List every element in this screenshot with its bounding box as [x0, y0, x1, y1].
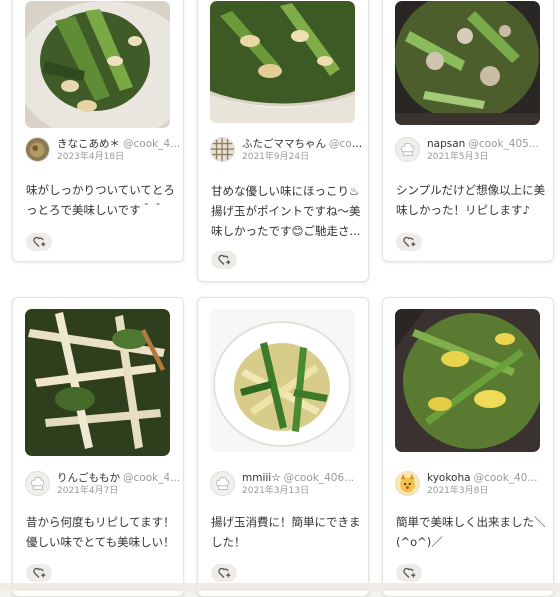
comment-text: 揚げ玉消費に！簡単にできました！ [211, 515, 361, 549]
author-row: ふたごママちゃん @coo... 2021年9月24日 [210, 137, 367, 163]
tsukurepo-card[interactable]: napsan @cook_405... 2021年5月3日 シンプルだけど想像以上… [382, 0, 554, 262]
author-handle: @cook_406... [283, 472, 355, 484]
chef-hat-avatar[interactable] [395, 137, 420, 162]
dish-photo[interactable] [210, 1, 355, 123]
author-handle: @cook_4... [123, 472, 181, 484]
tsukurepo-card[interactable]: きなこあめ＊ @cook_4... 2023年4月18日 味がしっかりついていてと… [12, 0, 184, 262]
post-date: 2021年3月8日 [427, 486, 489, 496]
plaid-pattern-avatar[interactable] [210, 137, 235, 162]
heart-plus-icon [402, 236, 415, 247]
food-photo-avatar[interactable] [25, 137, 50, 162]
post-date: 2023年4月18日 [57, 152, 125, 162]
author-name[interactable]: りんごももか [57, 472, 120, 484]
post-date: 2021年4月7日 [57, 486, 119, 496]
dish-photo[interactable] [395, 309, 540, 452]
heart-plus-icon [217, 254, 230, 265]
chef-hat-avatar[interactable] [210, 471, 235, 496]
tsukurepo-grid: きなこあめ＊ @cook_4... 2023年4月18日 味がしっかりついていてと… [0, 0, 560, 597]
heart-plus-icon [32, 236, 45, 247]
tsukurepo-card[interactable]: ふたごママちゃん @coo... 2021年9月24日 甘めな優しい味にほっこり♨… [197, 0, 369, 282]
dish-photo[interactable] [210, 309, 355, 452]
cartoon-character-avatar[interactable] [395, 471, 420, 496]
author-handle: @cook_40... [473, 472, 538, 484]
comment-text: シンプルだけど想像以上に美味しかった！リピします♪ [396, 183, 546, 217]
heart-plus-icon [217, 567, 230, 578]
comment-text: 昔から何度もリピしてます！優しい味でとても美味しい！ [26, 515, 175, 549]
author-handle: @coo... [329, 138, 367, 150]
dish-photo[interactable] [25, 309, 170, 456]
comment-text: 味がしっかりついていてとろっとろで美味しいです＾＾ [26, 183, 175, 217]
author-row: kyokoha @cook_40... 2021年3月8日 [395, 471, 547, 497]
post-date: 2021年5月3日 [427, 152, 489, 162]
author-name[interactable]: mmiii☆ [242, 472, 281, 484]
like-button[interactable] [26, 564, 52, 582]
like-button[interactable] [396, 233, 422, 251]
tsukurepo-card[interactable]: mmiii☆ @cook_406... 2021年3月13日 揚げ玉消費に！簡単に… [197, 297, 369, 597]
heart-plus-icon [32, 567, 45, 578]
author-handle: @cook_405... [468, 138, 539, 150]
author-row: りんごももか @cook_4... 2021年4月7日 [25, 471, 181, 497]
like-button[interactable] [396, 564, 422, 582]
dish-photo[interactable] [25, 1, 170, 128]
like-button[interactable] [211, 251, 237, 269]
post-date: 2021年9月24日 [242, 152, 310, 162]
like-button[interactable] [26, 233, 52, 251]
post-date: 2021年3月13日 [242, 486, 310, 496]
tsukurepo-card[interactable]: kyokoha @cook_40... 2021年3月8日 簡単で美味しく出来まし… [382, 297, 554, 597]
page-bottom-divider [0, 583, 560, 591]
chef-hat-avatar[interactable] [25, 471, 50, 496]
author-row: きなこあめ＊ @cook_4... 2023年4月18日 [25, 137, 181, 163]
author-name[interactable]: ふたごママちゃん [242, 138, 326, 150]
author-name[interactable]: kyokoha [427, 472, 471, 484]
dish-photo[interactable] [395, 1, 540, 125]
tsukurepo-card[interactable]: りんごももか @cook_4... 2021年4月7日 昔から何度もリピしてます！… [12, 297, 184, 597]
comment-text: 甘めな優しい味にほっこり♨揚げ玉がポイントですね〜美味しかったです😊ご馳走さ..… [211, 184, 361, 238]
author-row: mmiii☆ @cook_406... 2021年3月13日 [210, 471, 362, 497]
author-name[interactable]: きなこあめ＊ [57, 138, 120, 150]
like-button[interactable] [211, 564, 237, 582]
heart-plus-icon [402, 567, 415, 578]
comment-text: 簡単で美味しく出来ました＼(^o^)／ [396, 515, 546, 549]
author-handle: @cook_4... [123, 138, 181, 150]
author-row: napsan @cook_405... 2021年5月3日 [395, 137, 547, 163]
author-name[interactable]: napsan [427, 138, 465, 150]
